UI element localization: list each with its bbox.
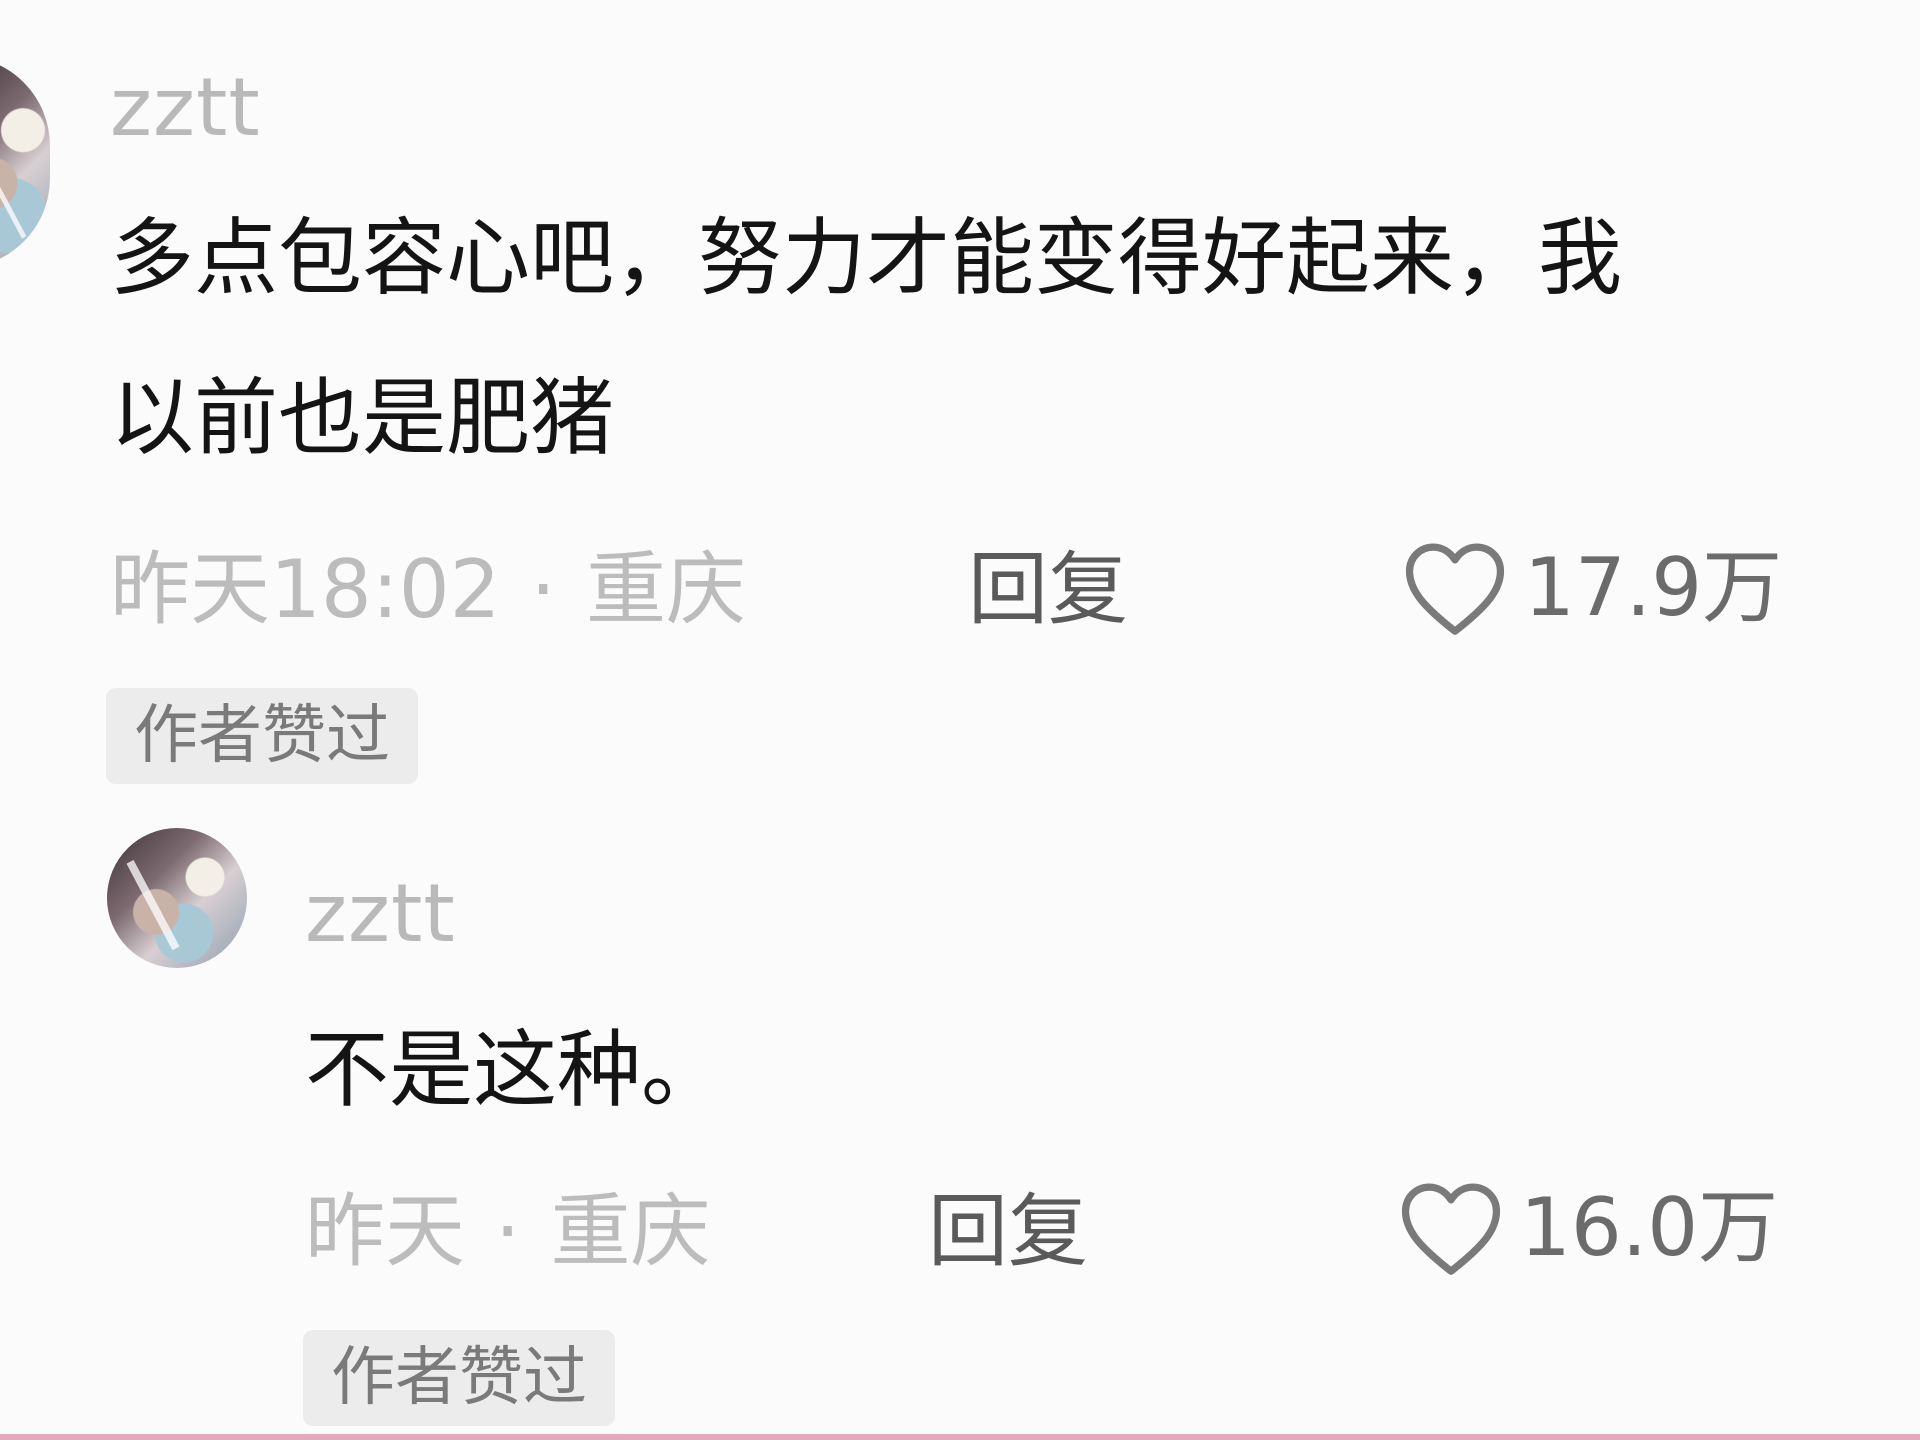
heart-icon [1401,1183,1501,1275]
reply-username[interactable]: zztt [305,874,456,954]
reply-like-count: 16.0万 [1520,1181,1779,1274]
author-liked-badge: 作者赞过 [106,688,418,784]
meta-separator: · [495,1185,521,1278]
reply-location: 重庆 [550,1185,711,1278]
comment-meta: 昨天18:02 · 重庆 [110,550,746,630]
reply-text: 不是这种。 [305,1021,726,1119]
avatar[interactable] [0,56,50,268]
reply-button[interactable]: 回复 [968,550,1128,630]
reply-time: 昨天 [305,1185,465,1278]
reply-author-liked-badge: 作者赞过 [303,1330,615,1426]
reply-reply-button[interactable]: 回复 [928,1192,1088,1272]
like-button[interactable]: 17.9万 [1400,538,1782,638]
reply-avatar[interactable] [107,828,247,968]
comment-thread: zztt 多点包容心吧，努力才能变得好起来，我 以前也是肥猪 昨天18:02 · 重… [0,0,1920,1440]
comment-location: 重庆 [585,543,746,636]
like-count: 17.9万 [1524,541,1783,634]
comment-text-line-1: 多点包容心吧，努力才能变得好起来，我 [110,209,1623,307]
bottom-divider [0,1434,1920,1440]
reply-like-button[interactable]: 16.0万 [1396,1178,1778,1278]
comment-time: 昨天18:02 [110,543,501,636]
comment-text-line-2: 以前也是肥猪 [110,369,615,467]
heart-icon [1405,543,1505,635]
comment-username[interactable]: zztt [110,68,261,148]
meta-separator: · [530,543,556,636]
reply-meta: 昨天 · 重庆 [305,1192,710,1272]
